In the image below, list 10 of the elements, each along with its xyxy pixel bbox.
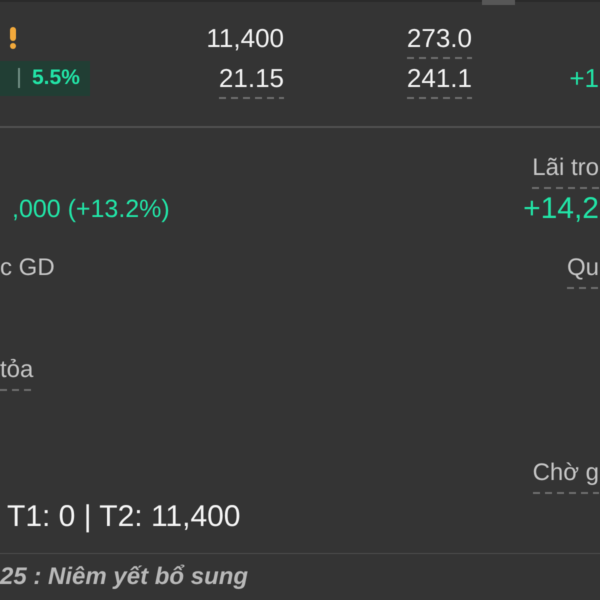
field-label: c GD: [0, 253, 55, 283]
scroll-thumb: [482, 0, 515, 5]
notice-text: 25 : Niêm yết bổ sung: [0, 562, 248, 592]
value-text: T1: 0 | T2: 11,400: [7, 500, 240, 534]
number-text: 11,400: [206, 23, 284, 55]
gain-value: +14,2: [523, 192, 599, 226]
change-badge: 5.5%: [0, 60, 90, 96]
gain-value: ,000 (+13.2%): [12, 194, 170, 224]
warning-icon: [9, 27, 17, 49]
change-value: +1: [569, 63, 599, 95]
